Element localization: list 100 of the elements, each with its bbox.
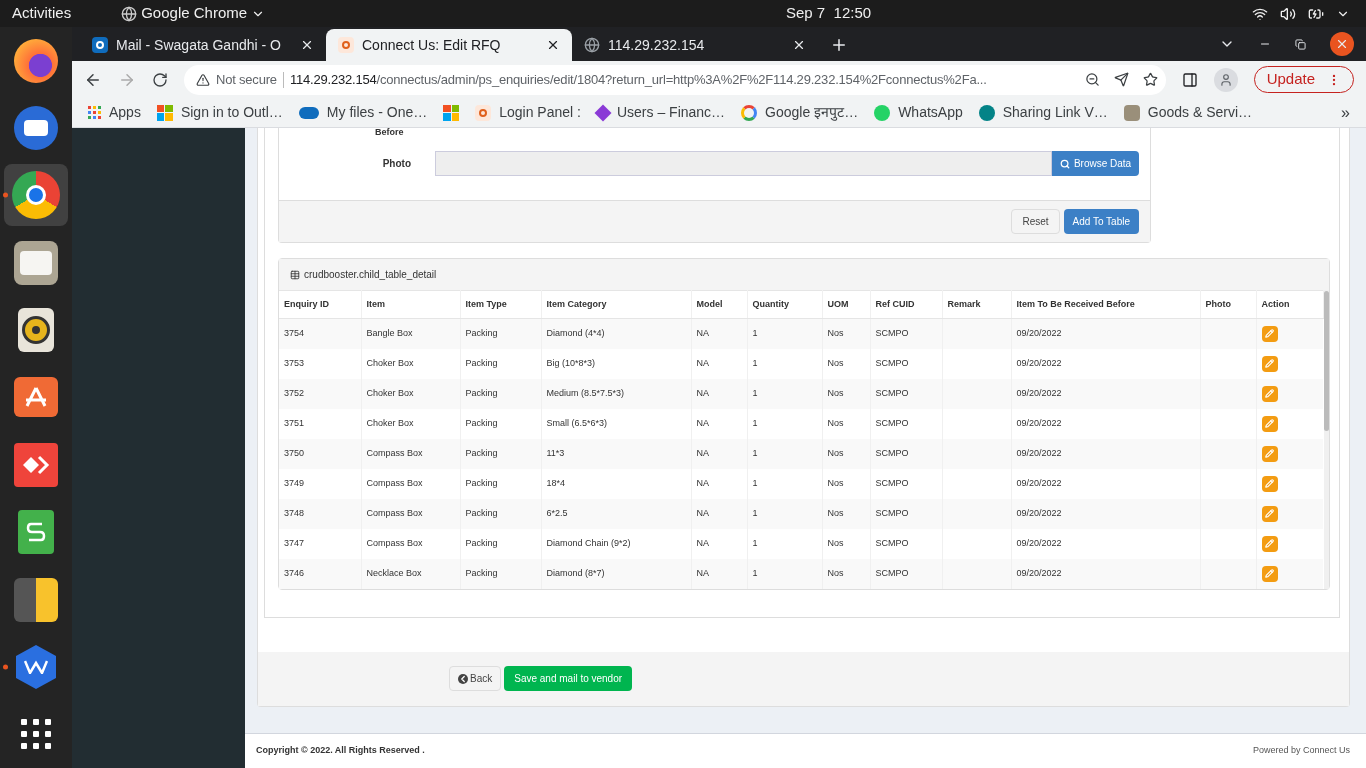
globe-icon [584,37,600,53]
table-cell: 09/20/2022 [1011,378,1200,409]
close-icon[interactable] [300,38,314,52]
table-cell: SCMPO [870,558,942,589]
table-cell: 3751 [279,408,361,439]
bookmark[interactable]: Sign in to Outl… [156,102,283,123]
table-cell: Nos [822,408,870,439]
table-cell: 1 [747,498,822,529]
bookmark[interactable]: Sharing Link V… [978,102,1108,123]
table-cell: Compass Box [361,528,460,559]
close-icon[interactable] [792,38,806,52]
column-header: Remark [942,290,1011,319]
volume-icon[interactable] [1280,5,1296,22]
table-cell: 09/20/2022 [1011,318,1200,349]
table-cell: SCMPO [870,528,942,559]
table-cell: Packing [460,468,541,499]
column-header: Quantity [747,290,822,319]
folder-icon [14,240,58,285]
table-cell: 09/20/2022 [1011,438,1200,469]
table-cell: Diamond Chain (9*2) [541,528,691,559]
column-header: UOM [822,290,870,319]
table-cell: 1 [747,468,822,499]
bookmark[interactable]: My files - One… [298,102,428,123]
column-header: Ref CUID [870,290,942,319]
restore-icon[interactable] [1295,38,1306,50]
table-cell: SCMPO [870,318,942,349]
table-cell: Packing [460,498,541,529]
globe-icon [121,5,138,22]
app-menu[interactable]: Google Chrome [121,2,266,25]
table-cell: Nos [822,498,870,529]
zoom-icon[interactable] [1084,72,1100,87]
table-cell: Compass Box [361,438,460,469]
close-icon[interactable] [546,38,560,52]
reset-button[interactable]: Reset [1011,209,1060,234]
pencil-icon [1265,539,1274,548]
site-logo-icon [338,37,354,53]
table-cell: SCMPO [870,438,942,469]
address-bar[interactable]: Not secure 114.29.232.154/connectus/admin/ps_enquiries/edit/1804?return_url=http%3A%2F%2F114.29.232.154%2Fconnectus%2Fa... [184,64,1166,95]
bookmark[interactable]: Google इनपुट… [741,102,859,123]
table-cell: 3750 [279,438,361,469]
pencil-icon [1265,479,1274,488]
column-header: Item Category [541,290,691,319]
side-panel-icon[interactable] [1181,71,1198,88]
bookmark[interactable]: WhatsApp [874,102,963,123]
bookmark[interactable]: Apps [88,102,141,123]
table-cell: Packing [460,438,541,469]
reload-icon[interactable] [152,71,168,88]
browser-tab[interactable]: Connect Us: Edit RFQ [326,29,572,61]
panel-title: crudbooster.child_table_detail [304,268,437,282]
table-cell: 3754 [279,318,361,349]
photo-field[interactable] [435,151,1052,176]
star-icon[interactable] [1142,72,1158,87]
bookmark[interactable]: Login Panel : [475,102,581,123]
browse-data-button[interactable]: Browse Data [1052,151,1139,176]
pencil-icon [1265,329,1274,339]
pencil-icon [1265,509,1274,518]
pencil-icon [1265,359,1274,368]
bookmark[interactable]: Users – Financ… [596,102,726,123]
browser-tab[interactable]: 114.29.232.154 [572,29,818,61]
table-cell: Diamond (8*7) [541,558,691,589]
table-cell: 09/20/2022 [1011,408,1200,439]
table-cell: 3746 [279,558,361,589]
table-cell: 11*3 [541,438,691,469]
add-to-table-button[interactable]: Add To Table [1063,209,1139,234]
field-label: Before [375,128,404,136]
table-cell: Packing [460,528,541,559]
table-cell: SCMPO [870,498,942,529]
table-cell: Medium (8.5*7.5*3) [541,378,691,409]
bookmark[interactable] [443,104,460,121]
windows-logo-icon [443,104,460,121]
activities-button[interactable]: Activities [12,2,72,25]
bookmark[interactable]: Goods & Servi… [1123,102,1253,123]
table-cell: Packing [460,378,541,409]
send-icon[interactable] [1113,72,1129,87]
table-cell: Packing [460,348,541,379]
table-cell: 09/20/2022 [1011,468,1200,499]
table-cell: Nos [822,468,870,499]
table-cell: NA [691,438,747,469]
table-cell: 1 [747,378,822,409]
dock-item[interactable] [4,164,68,227]
more-bookmarks-button[interactable]: » [1341,100,1350,125]
back-button[interactable]: Back [449,666,502,691]
speaker-icon [18,308,54,353]
table-cell: 3747 [279,528,361,559]
browser-tab[interactable]: Mail - Swagata Gandhi - O [80,29,326,61]
column-header: Item Type [460,290,541,319]
table-cell: Compass Box [361,498,460,529]
site-logo-icon [475,104,492,121]
close-window-button[interactable] [1330,32,1354,56]
table-cell: Bangle Box [361,318,460,349]
new-tab-icon[interactable] [830,36,848,54]
pencil-icon [1265,419,1274,428]
table-cell: 09/20/2022 [1011,558,1200,589]
table-cell: 1 [747,558,822,589]
table-cell: 6*2.5 [541,498,691,529]
profile-avatar[interactable] [1213,67,1238,92]
close-icon [1335,37,1349,51]
warning-icon [196,72,210,87]
clock[interactable]: Sep 7 12:50 [786,2,872,25]
app-grid-icon [21,719,51,750]
